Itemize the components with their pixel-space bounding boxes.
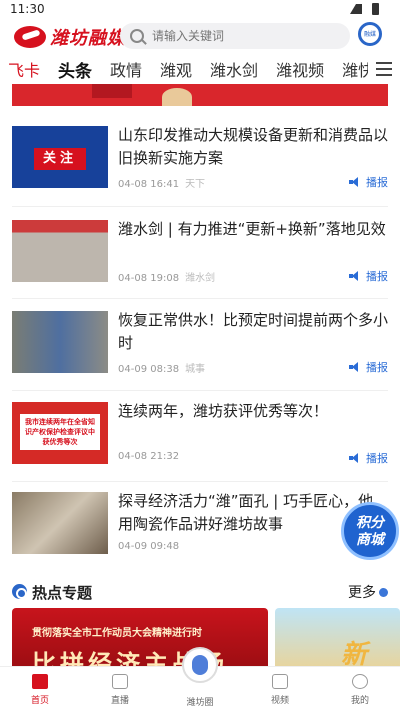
nav-label: 潍坊圈	[186, 698, 214, 708]
status-bar: 11:30	[0, 0, 400, 18]
news-meta: 04-09 08:38 城事	[118, 360, 205, 375]
news-source: 潍水剑	[185, 273, 216, 284]
divider	[12, 298, 388, 299]
broadcast-button[interactable]: 播报	[349, 359, 388, 375]
more-button[interactable]: 更多	[348, 582, 388, 602]
broadcast-label: 播报	[366, 270, 388, 283]
speaker-icon	[349, 362, 361, 372]
logo-text: 潍坊融媒	[50, 28, 126, 49]
thumbnail-text: 我市连续两年在全省知识产权保护检查评议中获优秀等次	[20, 414, 100, 450]
hot-topics-icon	[12, 584, 27, 599]
news-thumbnail	[12, 220, 108, 282]
channel-tabs: 飞卡 头条 政情 潍观 潍水剑 潍视频 潍快报	[0, 56, 400, 82]
tab-feika[interactable]: 飞卡	[0, 57, 49, 81]
app-header: 潍坊融媒 融媒	[0, 18, 400, 56]
app-logo[interactable]: 潍坊融媒	[14, 24, 126, 50]
broadcast-button[interactable]: 播报	[349, 268, 388, 284]
tab-toutiao[interactable]: 头条	[49, 57, 101, 82]
news-title: 连续两年，潍坊获评优秀等次！	[118, 402, 329, 420]
news-time: 04-08 16:41	[118, 179, 180, 190]
news-source: 城事	[185, 364, 206, 375]
broadcast-label: 播报	[366, 176, 388, 189]
topic-card-title: 新	[341, 640, 368, 666]
nav-label: 我的	[350, 696, 369, 706]
speaker-icon	[349, 453, 361, 463]
news-thumbnail: 关注	[12, 126, 108, 188]
divider	[12, 206, 388, 207]
signal-icon	[350, 4, 362, 14]
video-icon	[272, 674, 288, 689]
section-title: 热点专题	[32, 584, 93, 602]
nav-me[interactable]: 我的	[320, 667, 400, 712]
points-mall-button[interactable]: 积分 商城	[341, 502, 399, 560]
tab-zhengqing[interactable]: 政情	[101, 57, 151, 81]
nav-home[interactable]: 首页	[0, 667, 80, 712]
news-meta: 04-09 09:48	[118, 541, 179, 552]
home-icon	[32, 674, 48, 689]
points-mall-line2: 商城	[356, 532, 384, 548]
news-thumbnail	[12, 492, 108, 554]
speaker-icon	[349, 177, 361, 187]
tv-icon	[112, 674, 128, 689]
search-icon	[130, 29, 144, 43]
nav-label: 直播	[110, 696, 129, 706]
news-item[interactable]: 我市连续两年在全省知识产权保护检查评议中获优秀等次 连续两年，潍坊获评优秀等次！…	[12, 396, 388, 486]
nav-label: 首页	[30, 696, 49, 706]
news-title: 山东印发推动大规模设备更新和消费品以旧换新实施方案	[118, 126, 389, 167]
topic-card[interactable]: 新	[275, 608, 400, 666]
divider	[12, 481, 388, 482]
news-item[interactable]: 探寻经济活力“潍”面孔 | 巧手匠心，他用陶瓷作品讲好潍坊故事 04-09 09…	[12, 486, 388, 576]
news-thumbnail: 我市连续两年在全省知识产权保护检查评议中获优秀等次	[12, 402, 108, 464]
news-title: 恢复正常供水！比预定时间提前两个多小时	[118, 311, 389, 352]
broadcast-label: 播报	[366, 452, 388, 465]
banner-decoration	[162, 88, 192, 106]
search-input[interactable]	[152, 29, 332, 43]
top-banner[interactable]	[12, 84, 388, 106]
tab-weiguan[interactable]: 潍观	[151, 57, 201, 81]
news-title: 潍水剑 | 有力推进“更新+换新”落地见效	[118, 220, 386, 238]
news-item[interactable]: 潍水剑 | 有力推进“更新+换新”落地见效 04-08 19:08 潍水剑 播报	[12, 214, 388, 304]
more-label: 更多	[348, 585, 376, 601]
divider	[12, 390, 388, 391]
user-icon	[352, 674, 368, 689]
news-time: 04-08 21:32	[118, 451, 180, 462]
broadcast-label: 播报	[366, 361, 388, 374]
broadcast-button[interactable]: 播报	[349, 450, 388, 466]
nav-video[interactable]: 视频	[240, 667, 320, 712]
channel-menu-icon[interactable]	[368, 56, 400, 82]
speaker-icon	[349, 271, 361, 281]
status-time: 11:30	[10, 2, 45, 16]
news-meta: 04-08 19:08 潍水剑	[118, 269, 215, 284]
chevron-right-icon	[379, 587, 388, 597]
nav-circle[interactable]: 潍坊圈	[160, 647, 240, 712]
news-source: 天下	[185, 179, 206, 190]
news-time: 04-09 08:38	[118, 364, 180, 375]
news-meta: 04-08 21:32	[118, 451, 179, 462]
news-thumbnail	[12, 311, 108, 373]
tab-weishipin[interactable]: 潍视频	[267, 57, 333, 81]
thumbnail-text: 关注	[34, 148, 86, 170]
search-bar[interactable]	[120, 23, 350, 49]
bottom-nav: 首页 直播 潍坊圈 视频 我的	[0, 647, 400, 712]
news-item[interactable]: 关注 山东印发推动大规模设备更新和消费品以旧换新实施方案 04-08 16:41…	[12, 120, 388, 210]
news-time: 04-09 09:48	[118, 541, 180, 552]
topic-card[interactable]: 贯彻落实全市工作动员大会精神进行时 比拼经济主战场	[12, 608, 268, 666]
news-time: 04-08 19:08	[118, 273, 180, 284]
nav-live[interactable]: 直播	[80, 667, 160, 712]
broadcast-button[interactable]: 播报	[349, 174, 388, 190]
mascot-icon	[182, 647, 218, 683]
logo-mark-icon	[14, 26, 46, 48]
news-meta: 04-08 16:41 天下	[118, 175, 205, 190]
tab-weishuijian[interactable]: 潍水剑	[201, 57, 267, 81]
hot-topics-header: 热点专题 更多	[12, 582, 388, 602]
banner-decoration	[92, 84, 132, 98]
media-badge-icon[interactable]: 融媒	[358, 22, 382, 46]
topic-card-subtitle: 贯彻落实全市工作动员大会精神进行时	[32, 628, 202, 639]
news-item[interactable]: 恢复正常供水！比预定时间提前两个多小时 04-09 08:38 城事 播报	[12, 305, 388, 395]
nav-label: 视频	[270, 696, 289, 706]
battery-icon	[372, 3, 379, 15]
points-mall-line1: 积分	[356, 515, 384, 531]
